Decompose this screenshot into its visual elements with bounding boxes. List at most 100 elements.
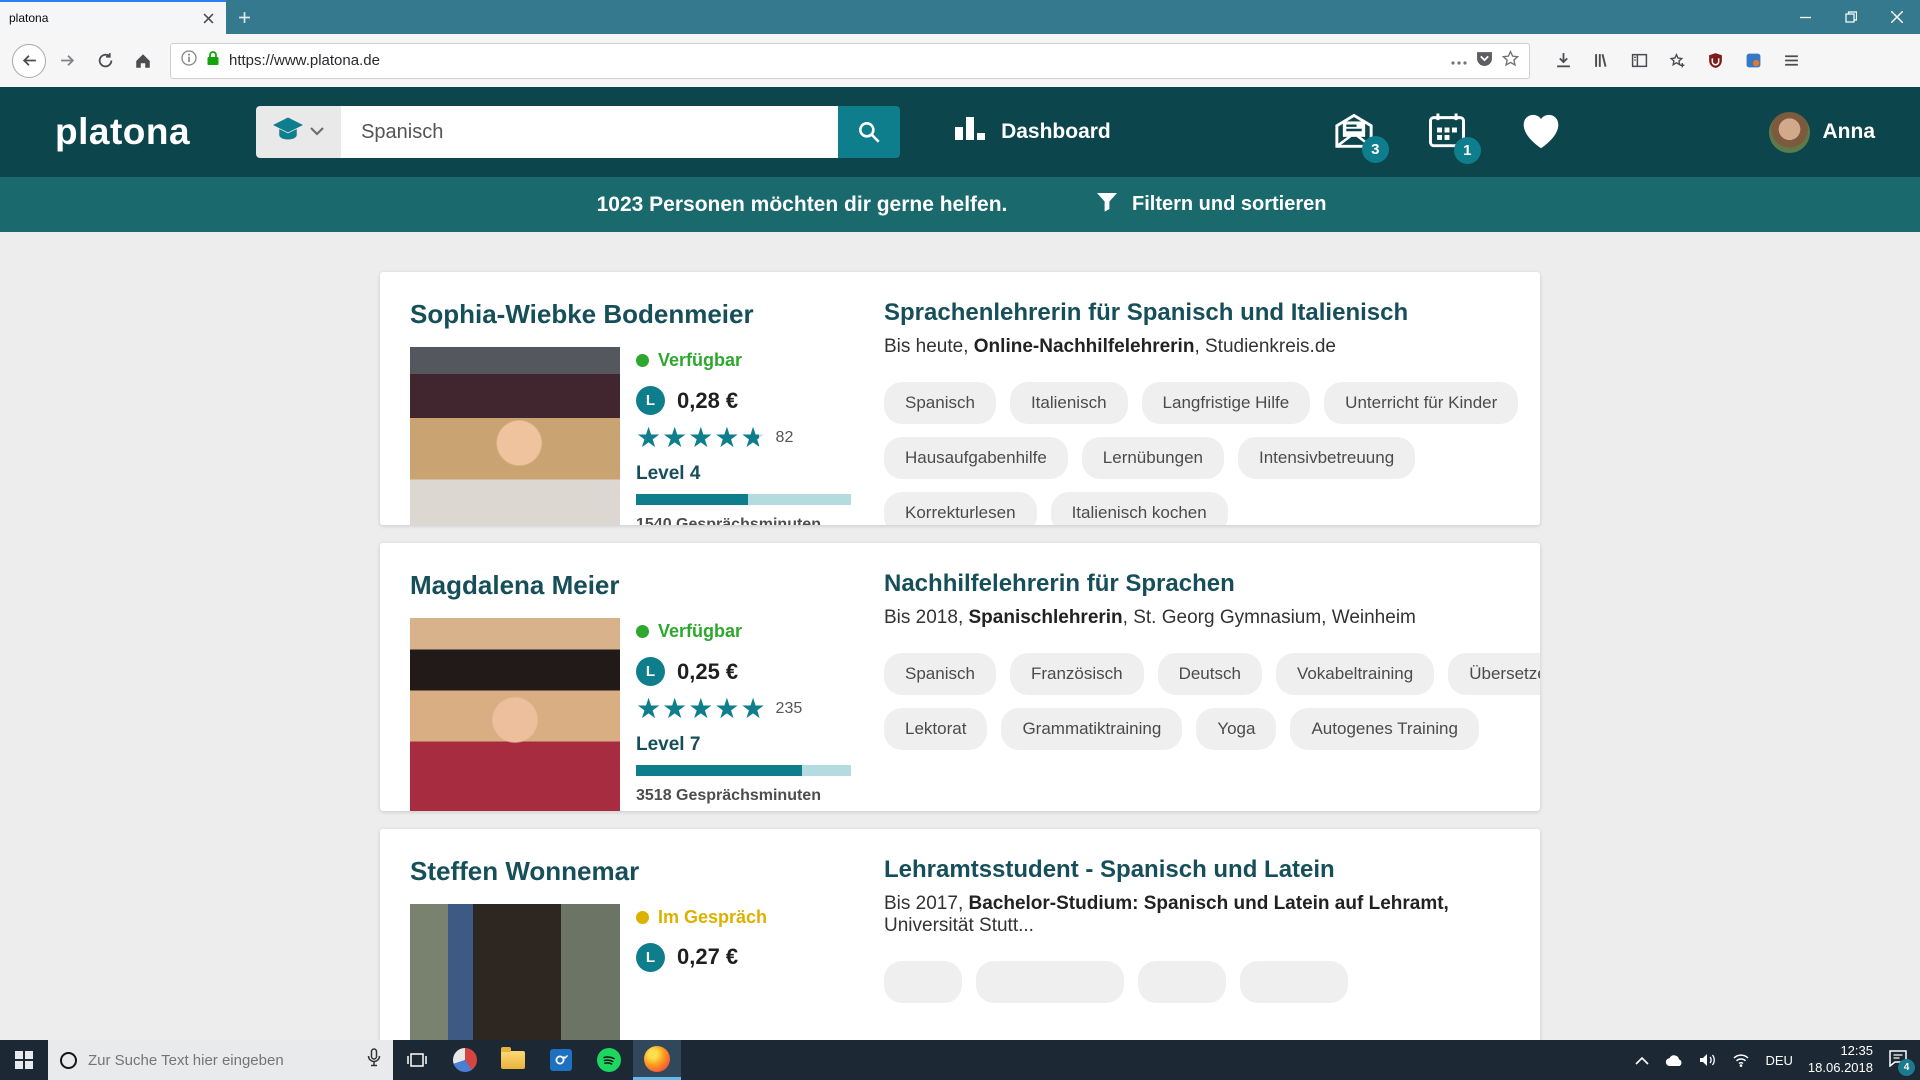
browser-navbar: https://www.platona.de <box>0 34 1920 87</box>
notifications-badge: 4 <box>1898 1058 1915 1076</box>
tutor-headline[interactable]: Lehramtsstudent - Spanisch und Latein <box>884 856 1510 884</box>
taskbar-app-explorer[interactable] <box>489 1040 537 1080</box>
tag-pill: Vokabeltraining <box>1275 653 1435 696</box>
clock-time: 12:35 <box>1840 1043 1873 1059</box>
wifi-icon[interactable] <box>1732 1053 1750 1067</box>
star-icon: ★ <box>740 422 767 453</box>
tag-pill: Französisch <box>1009 653 1144 696</box>
site-logo[interactable]: platona <box>55 111 190 153</box>
tutor-headline[interactable]: Nachhilfelehrerin für Sprachen <box>884 570 1540 598</box>
url-text: https://www.platona.de <box>229 52 380 69</box>
tag-list <box>884 960 1510 1003</box>
start-button[interactable] <box>0 1040 48 1080</box>
ublock-icon[interactable] <box>1698 44 1732 78</box>
subheader: 1023 Personen möchten dir gerne helfen. … <box>0 177 1920 232</box>
price-row: L 0,25 € <box>636 657 851 687</box>
coin-icon: L <box>636 386 665 415</box>
taskbar-search[interactable] <box>48 1040 393 1080</box>
tutor-headline[interactable]: Sprachenlehrerin für Spanisch und Italie… <box>884 299 1518 327</box>
level-progress-fill <box>636 494 748 505</box>
graduation-cap-icon <box>273 117 304 148</box>
search-button[interactable] <box>838 106 901 158</box>
calendar-button[interactable]: 1 <box>1427 111 1481 164</box>
pocket-icon[interactable] <box>1476 50 1493 72</box>
messages-button[interactable]: 3 <box>1333 112 1389 163</box>
rating-count: 82 <box>775 429 794 446</box>
filter-sort-button[interactable]: Filtern und sortieren <box>1095 190 1326 220</box>
downloads-icon[interactable] <box>1546 44 1580 78</box>
volume-icon[interactable] <box>1699 1053 1717 1067</box>
screenshot-star-icon[interactable] <box>1660 44 1694 78</box>
outlook-icon <box>550 1049 572 1071</box>
extension-icon[interactable] <box>1736 44 1770 78</box>
action-center-button[interactable]: 4 <box>1888 1049 1915 1076</box>
cortana-icon <box>60 1051 77 1069</box>
level-progress-bar <box>636 765 851 777</box>
taskbar-app-outlook[interactable] <box>537 1040 585 1080</box>
page-actions-icon[interactable] <box>1451 52 1467 70</box>
microphone-icon[interactable] <box>367 1047 381 1073</box>
restore-button[interactable] <box>1828 0 1874 34</box>
reload-button[interactable] <box>88 44 122 78</box>
tag-pill: Italienisch <box>1009 382 1128 424</box>
bookmark-star-icon[interactable] <box>1501 49 1520 72</box>
minimize-button[interactable] <box>1782 0 1828 34</box>
chevron-down-icon <box>310 123 324 141</box>
star-icon: ★ <box>714 422 741 453</box>
price-row: L 0,28 € <box>636 386 851 415</box>
site-info-icon[interactable] <box>181 50 197 71</box>
tab-title: platona <box>9 11 49 25</box>
taskbar-app-spotify[interactable] <box>585 1040 633 1080</box>
favorites-heart-button[interactable] <box>1519 110 1563 155</box>
tag-pill: Spanisch <box>884 382 996 424</box>
browser-tabbar: platona <box>0 0 1920 34</box>
url-bar[interactable]: https://www.platona.de <box>170 42 1530 79</box>
menu-hamburger-icon[interactable] <box>1774 44 1808 78</box>
task-view-button[interactable] <box>393 1040 441 1080</box>
user-name: Anna <box>1822 120 1876 143</box>
results-list: Sophia-Wiebke Bodenmeier Verfügbar L 0,2… <box>0 232 1920 1080</box>
onedrive-cloud-icon[interactable] <box>1664 1054 1684 1067</box>
status-label: Im Gespräch <box>658 906 768 927</box>
taskbar-clock[interactable]: 12:35 18.06.2018 <box>1808 1043 1873 1077</box>
taskbar-app-snip[interactable] <box>441 1040 489 1080</box>
new-tab-button[interactable] <box>226 0 262 34</box>
tag-pill: Übersetzen <box>1448 653 1540 696</box>
lock-icon[interactable] <box>206 50 220 71</box>
tag-pill: Lernübungen <box>1081 437 1224 479</box>
language-indicator[interactable]: DEU <box>1765 1053 1792 1068</box>
home-button[interactable] <box>126 44 160 78</box>
level-label: Level 4 <box>636 463 701 484</box>
tutor-photo[interactable] <box>410 618 620 811</box>
tag-pill <box>976 960 1124 1003</box>
tag-pill <box>1138 960 1226 1003</box>
tutor-name[interactable]: Magdalena Meier <box>410 570 862 601</box>
tutor-name[interactable]: Sophia-Wiebke Bodenmeier <box>410 299 862 330</box>
tutor-photo[interactable] <box>410 347 620 526</box>
back-button[interactable] <box>12 43 46 78</box>
tag-pill <box>1240 960 1348 1003</box>
tab-close-icon[interactable] <box>199 9 217 27</box>
search-category-dropdown[interactable] <box>256 106 342 158</box>
minutes-to-next: 368 Minuten bis zum Aufstieg <box>636 810 851 811</box>
user-menu[interactable]: Anna <box>1768 111 1876 153</box>
status-dot-icon <box>636 625 649 639</box>
taskbar-app-firefox[interactable] <box>633 1040 681 1080</box>
library-icon[interactable] <box>1584 44 1618 78</box>
taskbar-search-input[interactable] <box>88 1051 356 1069</box>
forward-button[interactable] <box>50 44 84 78</box>
dashboard-link[interactable]: Dashboard <box>955 115 1111 149</box>
level-progress-bar <box>636 494 851 505</box>
tutor-name[interactable]: Steffen Wonnemar <box>410 856 862 887</box>
browser-tab[interactable]: platona <box>0 0 226 34</box>
tray-chevron-up-icon[interactable] <box>1635 1056 1650 1065</box>
toolbar-right <box>1544 44 1810 78</box>
tag-pill: Yoga <box>1196 708 1277 751</box>
close-button[interactable] <box>1874 0 1920 34</box>
file-explorer-icon <box>501 1047 525 1069</box>
sidebar-icon[interactable] <box>1622 44 1656 78</box>
site-header: platona Dashboard 3 <box>0 87 1920 177</box>
results-count-text: 1023 Personen möchten dir gerne helfen. <box>596 192 1008 216</box>
status-indicator: Im Gespräch <box>636 907 767 928</box>
search-input[interactable] <box>341 106 839 158</box>
